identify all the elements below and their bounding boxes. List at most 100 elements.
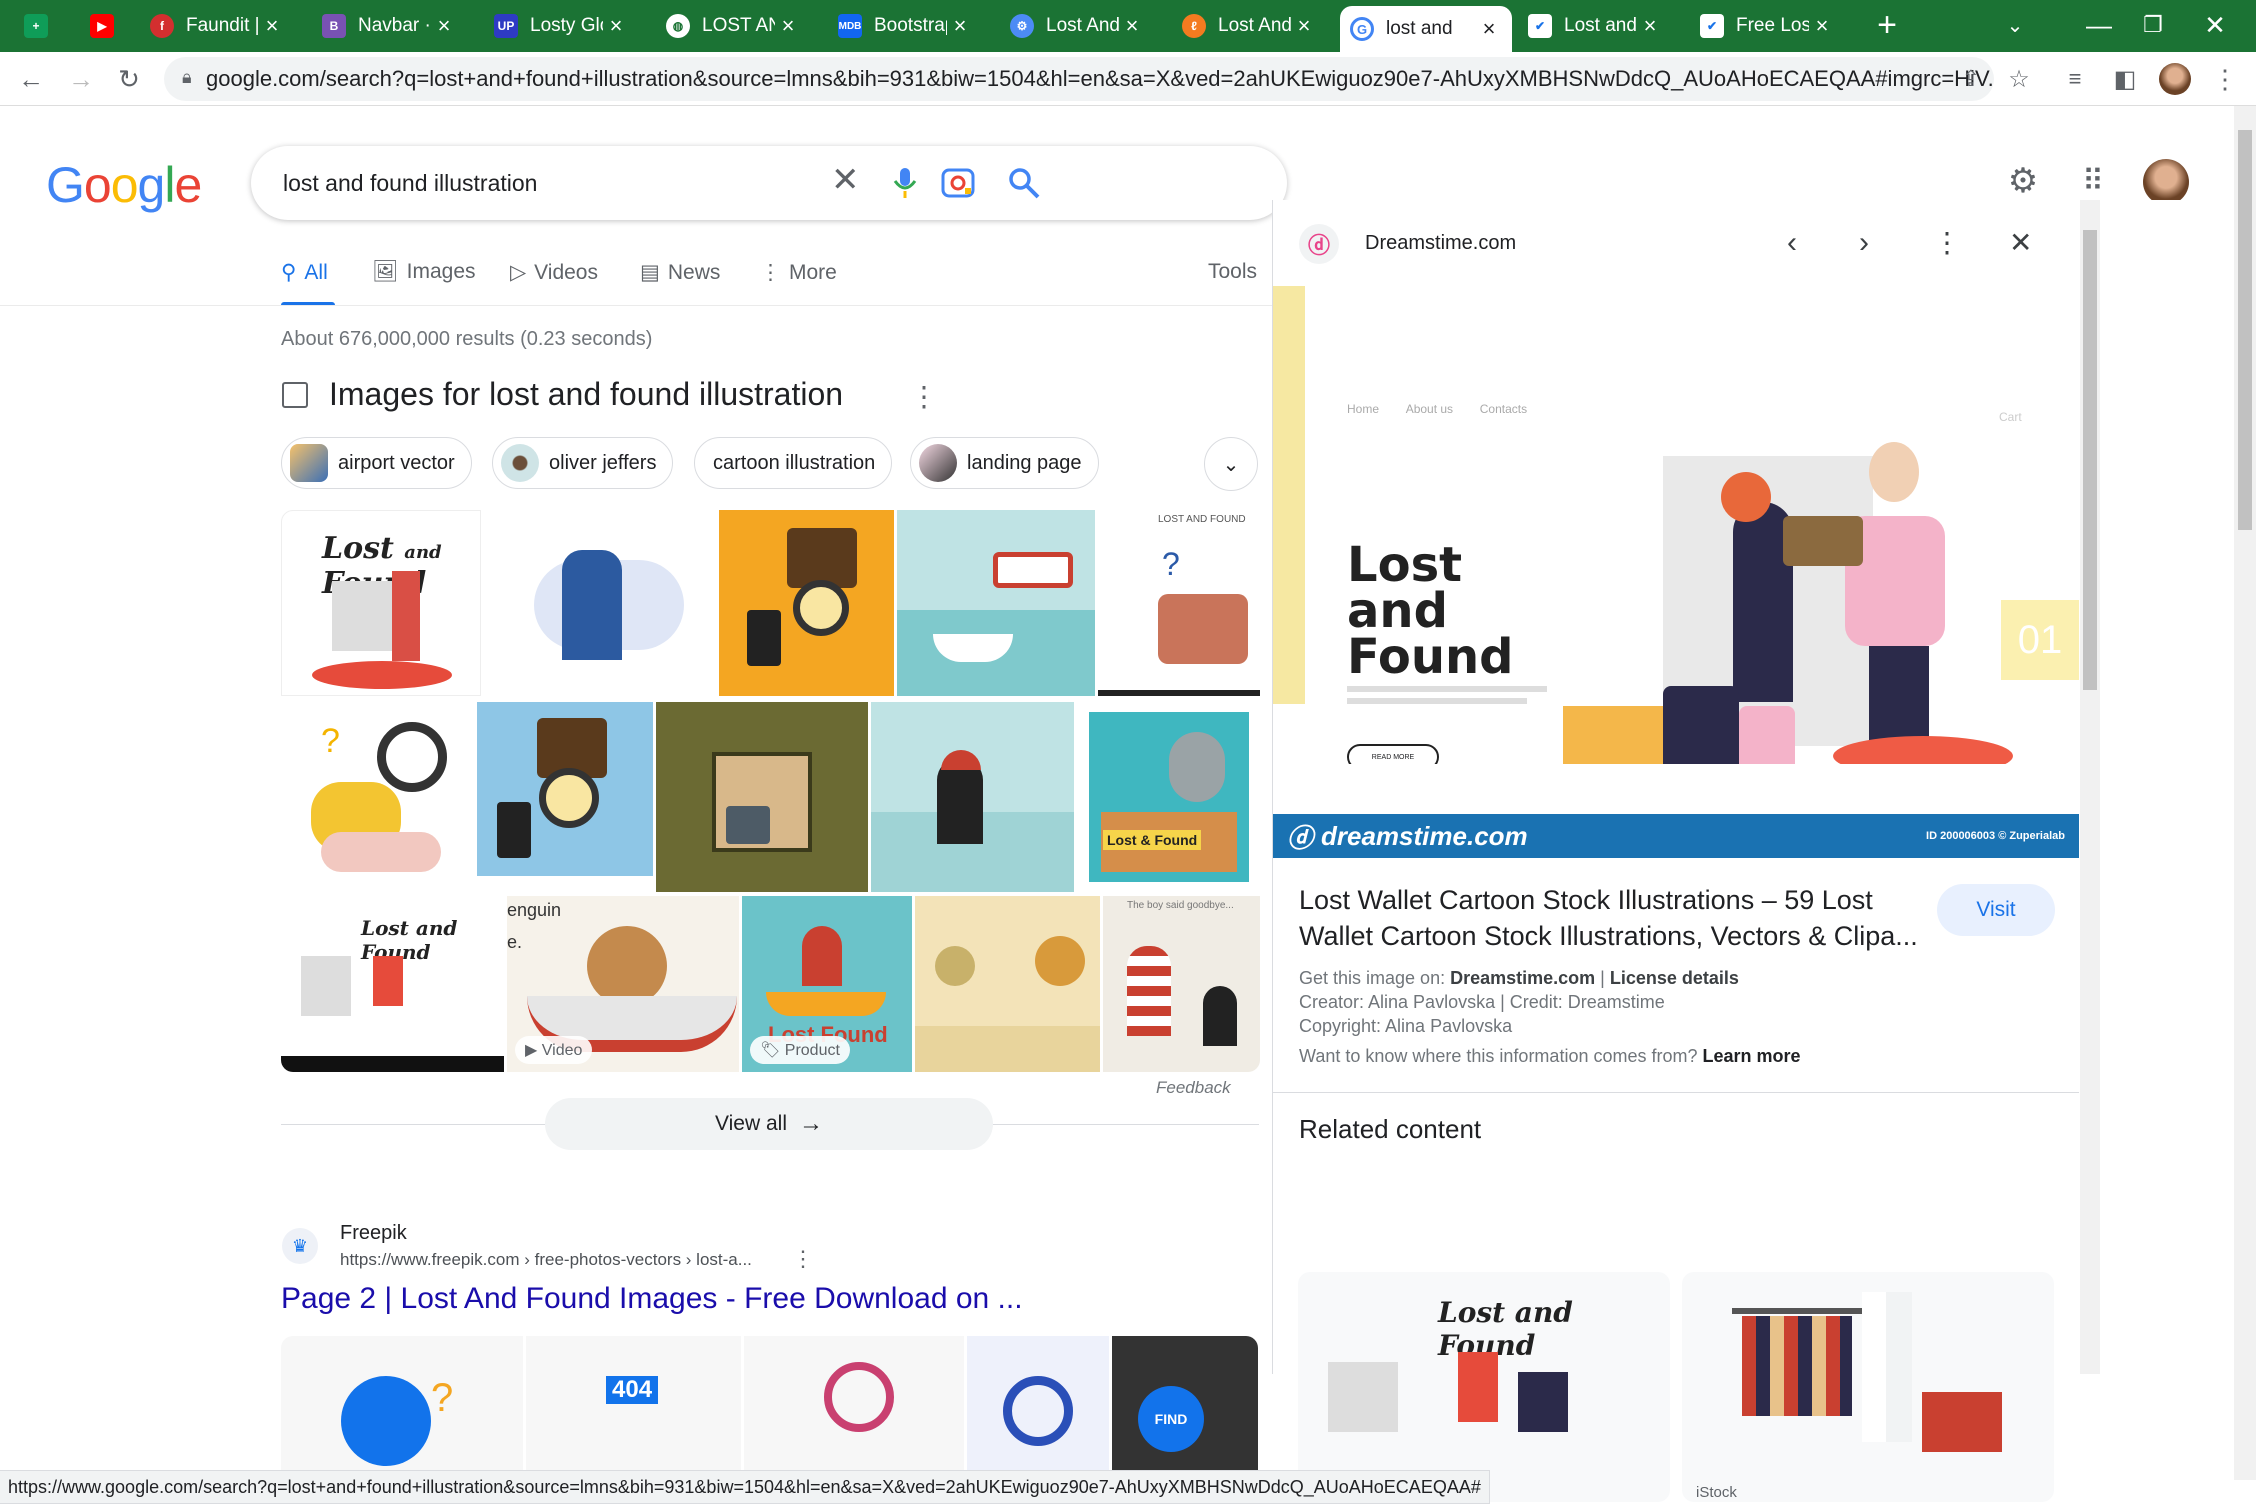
image-result[interactable]: [477, 702, 653, 892]
restore-icon[interactable]: ❐: [2134, 6, 2172, 44]
account-avatar[interactable]: [2142, 158, 2190, 206]
search-box[interactable]: lost and found illustration ✕: [251, 146, 1287, 220]
next-arrow-icon[interactable]: ›: [1859, 226, 1869, 260]
result-thumbnail[interactable]: [744, 1336, 964, 1480]
tab-faundit[interactable]: f Faundit | ×: [140, 6, 295, 46]
panel-source-name[interactable]: Dreamstime.com: [1365, 232, 1516, 255]
close-icon[interactable]: ×: [603, 13, 629, 39]
apps-grid-icon[interactable]: ⠿: [2074, 162, 2112, 200]
tab-lost-and-2[interactable]: ℓ Lost And ×: [1172, 6, 1327, 46]
close-icon[interactable]: ×: [259, 13, 285, 39]
panel-more-icon[interactable]: ⋮: [1933, 226, 1961, 259]
close-icon[interactable]: ×: [1119, 13, 1145, 39]
tab-more[interactable]: ⋮ More: [760, 260, 837, 285]
panel-scrollbar[interactable]: [2080, 200, 2100, 1374]
result-thumbnail[interactable]: [967, 1336, 1109, 1480]
tab-navbar[interactable]: B Navbar · ×: [312, 6, 467, 46]
close-window-icon[interactable]: ✕: [2196, 6, 2234, 44]
image-result[interactable]: LOST AND FOUND ?: [1098, 510, 1260, 696]
tab-all[interactable]: ⚲ All: [281, 260, 328, 285]
image-result[interactable]: Lost Found 🏷︎ Product: [742, 896, 912, 1072]
tab-bootstrap[interactable]: MDB Bootstrap×: [828, 6, 983, 46]
microphone-icon[interactable]: [887, 164, 923, 202]
close-icon[interactable]: ×: [775, 13, 801, 39]
tab-free-lost[interactable]: ✔ Free Lost ×: [1690, 6, 1845, 46]
new-tab-icon[interactable]: +: [1868, 6, 1906, 44]
image-result[interactable]: [871, 702, 1074, 892]
chips-expand-icon[interactable]: ⌄: [1204, 437, 1258, 491]
image-result[interactable]: [484, 510, 717, 696]
address-bar[interactable]: 🔒︎ google.com/search?q=lost+and+found+il…: [164, 57, 1994, 101]
chevron-down-icon[interactable]: ⌄: [1996, 6, 2034, 44]
camera-lens-icon[interactable]: [939, 164, 977, 202]
image-result[interactable]: [656, 702, 868, 892]
search-input[interactable]: lost and found illustration: [283, 170, 537, 197]
chip-landing-page[interactable]: landing page: [910, 437, 1099, 489]
close-icon[interactable]: ×: [1637, 13, 1663, 39]
tab-lost-and-3[interactable]: ✔ Lost and ×: [1518, 6, 1673, 46]
reading-list-icon[interactable]: ≡: [2056, 60, 2094, 98]
close-icon[interactable]: ×: [1476, 16, 1502, 42]
result-thumbnail[interactable]: FIND: [1112, 1336, 1258, 1480]
related-image[interactable]: Lost and Found: [1298, 1272, 1670, 1502]
page-scrollbar[interactable]: [2234, 106, 2256, 1480]
image-result[interactable]: Lost & Found: [1077, 702, 1260, 892]
tab-losty[interactable]: UP Losty Glo ×: [484, 6, 639, 46]
clear-icon[interactable]: ✕: [831, 160, 860, 200]
image-result[interactable]: Lost and Found: [281, 510, 481, 696]
bookmark-star-icon[interactable]: ☆: [2000, 60, 2038, 98]
image-result[interactable]: [719, 510, 894, 696]
close-icon[interactable]: ×: [1809, 13, 1835, 39]
share-icon[interactable]: ⇪: [1952, 60, 1990, 98]
result-thumbnail[interactable]: 404: [526, 1336, 741, 1480]
tab-lost-ani[interactable]: ◍ LOST ANI×: [656, 6, 811, 46]
forward-icon[interactable]: →: [62, 60, 100, 98]
settings-gear-icon[interactable]: ⚙: [2004, 162, 2042, 200]
chip-cartoon-illustration[interactable]: cartoon illustration: [694, 437, 893, 489]
image-result[interactable]: Lost and Found: [281, 896, 504, 1072]
panel-image-title[interactable]: Lost Wallet Cartoon Stock Illustrations …: [1299, 882, 1919, 954]
license-details-link[interactable]: License details: [1610, 968, 1739, 988]
panel-close-icon[interactable]: ✕: [2009, 226, 2032, 259]
tab-sheets[interactable]: +: [14, 6, 66, 46]
previous-arrow-icon[interactable]: ‹: [1787, 226, 1797, 260]
tab-lost-and-1[interactable]: ⚙ Lost And ×: [1000, 6, 1155, 46]
learn-more-link[interactable]: Learn more: [1703, 1046, 1801, 1066]
related-image[interactable]: iStock: [1682, 1272, 2054, 1502]
close-icon[interactable]: ×: [1291, 13, 1317, 39]
search-icon[interactable]: [1007, 166, 1041, 200]
back-icon[interactable]: ←: [12, 60, 50, 98]
close-icon[interactable]: ×: [947, 13, 973, 39]
image-result[interactable]: The boy said goodbye...: [1103, 896, 1260, 1072]
section-more-icon[interactable]: ⋮: [910, 380, 938, 413]
profile-avatar[interactable]: [2156, 60, 2194, 98]
result-more-icon[interactable]: ⋮: [792, 1246, 814, 1272]
image-result[interactable]: [915, 896, 1100, 1072]
result-thumbnail[interactable]: ?: [281, 1336, 523, 1480]
image-nav-about: About us: [1405, 402, 1454, 416]
chip-airport-vector[interactable]: airport vector: [281, 437, 472, 489]
image-result[interactable]: ?: [281, 702, 474, 892]
tab-news[interactable]: ▤ News: [640, 260, 720, 285]
get-image-site-link[interactable]: Dreamstime.com: [1450, 968, 1595, 988]
result-title-link[interactable]: Page 2 | Lost And Found Images - Free Do…: [281, 1282, 1023, 1316]
feedback-link[interactable]: Feedback: [1156, 1078, 1231, 1098]
image-result[interactable]: enguin e. ▶ Video: [507, 896, 739, 1072]
google-logo[interactable]: Google: [46, 156, 202, 214]
tab-google-search[interactable]: Glost and ×: [1340, 6, 1512, 52]
minimize-icon[interactable]: —: [2080, 6, 2118, 44]
view-all-button[interactable]: View all →: [545, 1098, 993, 1150]
tab-youtube[interactable]: ▶: [80, 6, 132, 46]
close-icon[interactable]: ×: [431, 13, 457, 39]
tab-images[interactable]: 🖼︎ Images: [372, 260, 476, 284]
side-panel-icon[interactable]: ◧: [2106, 60, 2144, 98]
menu-kebab-icon[interactable]: ⋮: [2206, 60, 2244, 98]
result-url[interactable]: https://www.freepik.com › free-photos-ve…: [340, 1250, 752, 1270]
tab-tools[interactable]: Tools: [1208, 260, 1257, 284]
preview-image[interactable]: Home About us Contacts Cart Lost and Fou…: [1273, 286, 2079, 764]
image-result[interactable]: [897, 510, 1095, 696]
tab-videos[interactable]: ▷ Videos: [510, 260, 598, 285]
visit-button[interactable]: Visit: [1937, 884, 2055, 936]
reload-icon[interactable]: ↻: [110, 60, 148, 98]
chip-oliver-jeffers[interactable]: oliver jeffers: [492, 437, 674, 489]
